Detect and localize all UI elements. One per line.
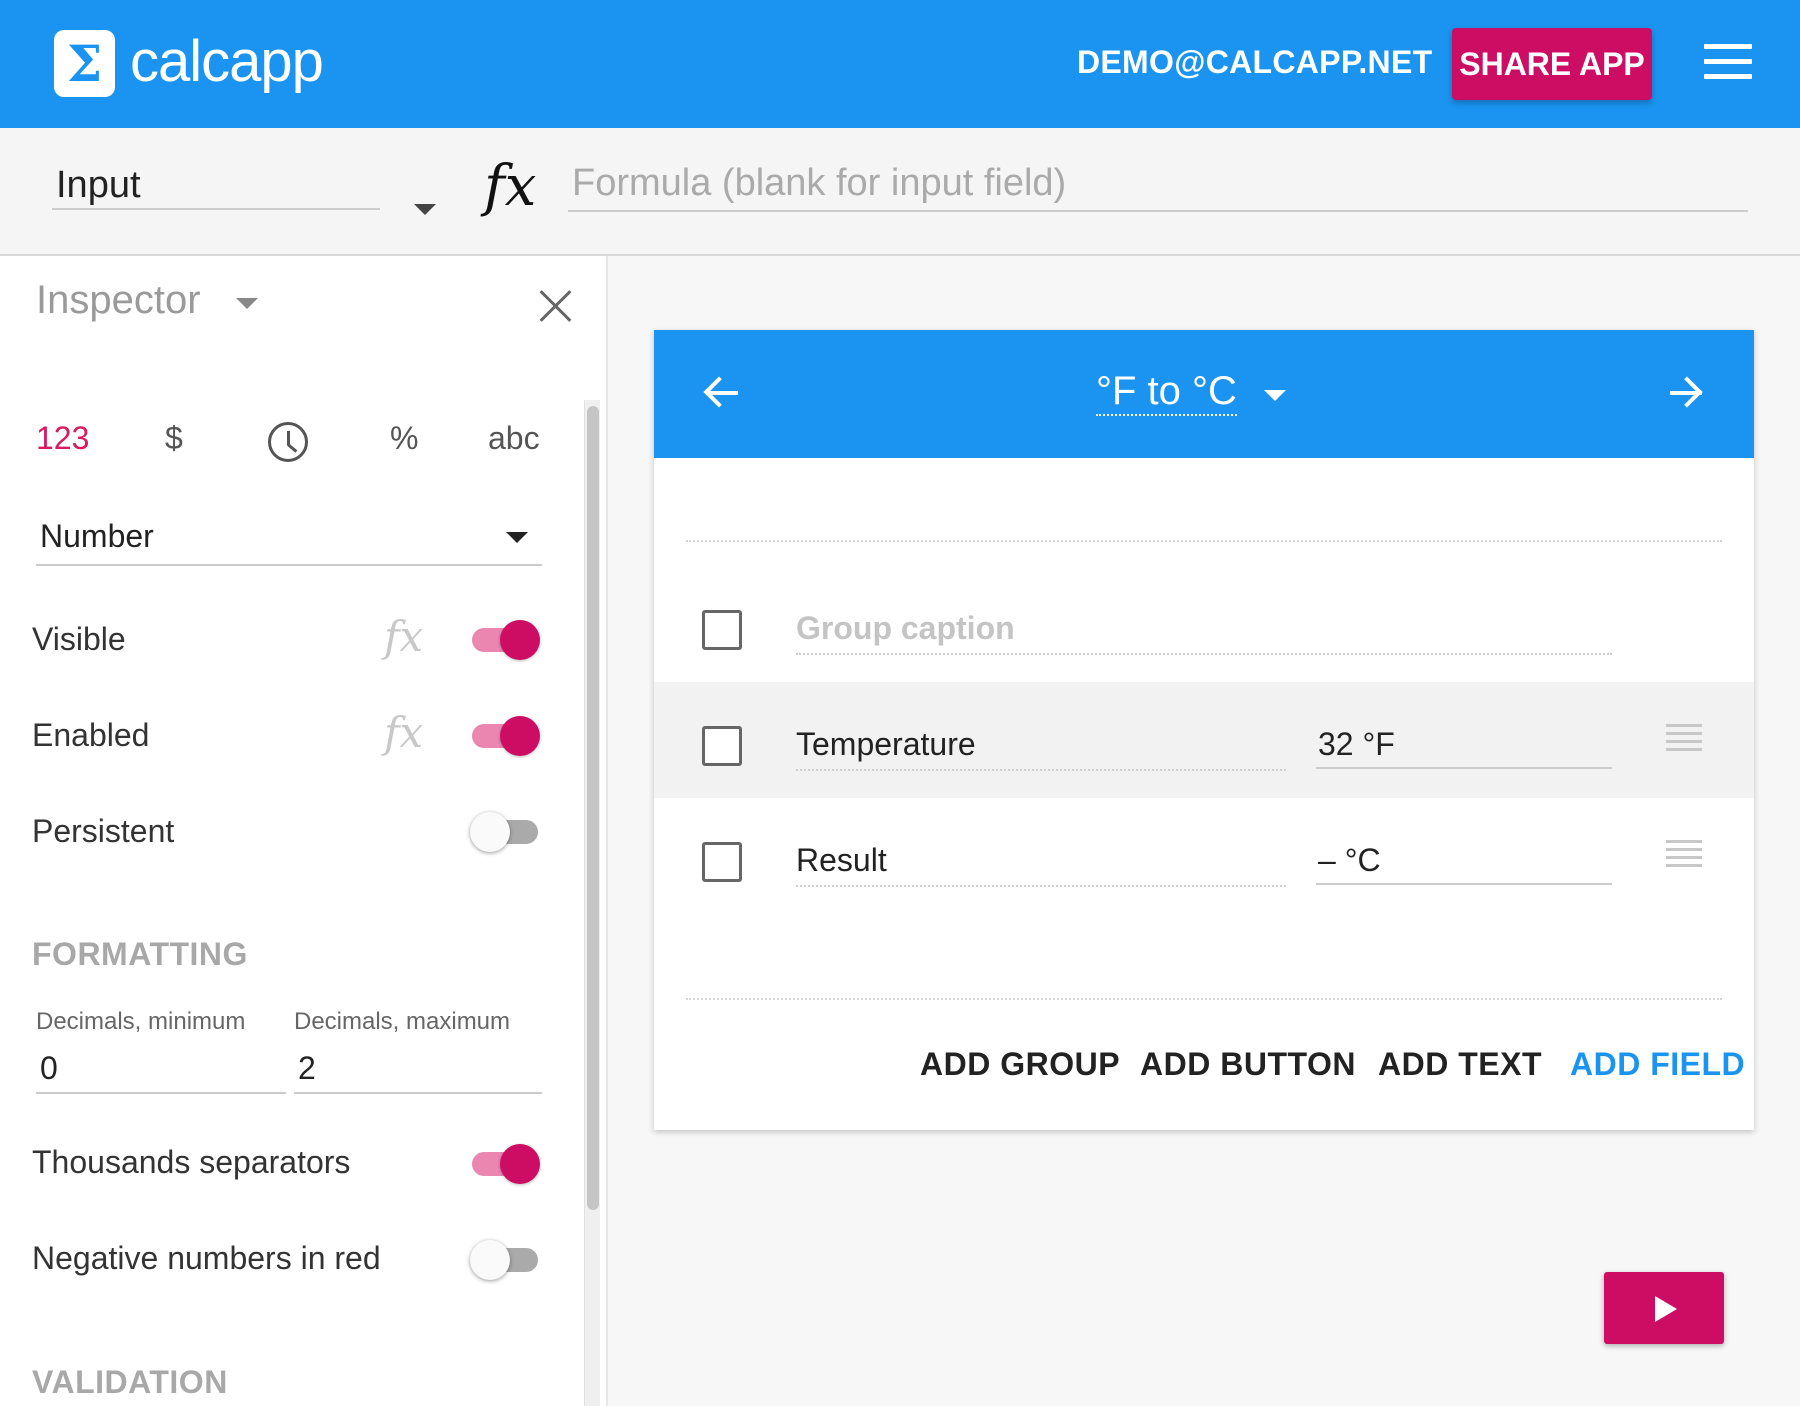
enabled-toggle[interactable] [470, 710, 542, 758]
field-type-value: Input [56, 164, 141, 206]
temperature-value[interactable]: 32 °F [1316, 726, 1612, 769]
inspector-panel: Inspector 123 $ % abc Number Visible fx … [0, 256, 608, 1406]
number-type-value: Number [40, 518, 154, 554]
group-divider [686, 540, 1722, 542]
enabled-label: Enabled [32, 717, 150, 753]
share-app-button[interactable]: SHARE APP [1452, 28, 1652, 100]
play-icon [1655, 1296, 1677, 1322]
user-email-link[interactable]: DEMO@CALCAPP.NET [1077, 44, 1432, 81]
formatting-heading: FORMATTING [32, 936, 248, 972]
app-name[interactable]: calcapp [130, 28, 324, 95]
decimals-min-input[interactable]: 0 [36, 1044, 286, 1094]
arrow-left-icon[interactable] [703, 376, 738, 410]
formula-bar: Input fx [0, 128, 1800, 256]
visible-toggle[interactable] [470, 614, 542, 662]
inspector-scrollbar[interactable] [584, 400, 600, 1406]
decimals-max-input[interactable]: 2 [294, 1044, 542, 1094]
thousands-separators-label: Thousands separators [32, 1144, 351, 1180]
decimals-min-label: Decimals, minimum [36, 1008, 246, 1035]
page-title[interactable]: °F to °C [1096, 368, 1237, 416]
sigma-icon: Σ [66, 34, 103, 93]
format-tab-percent[interactable]: % [390, 420, 418, 457]
group-bottom-divider [686, 998, 1722, 1000]
hamburger-menu-icon[interactable] [1704, 44, 1752, 80]
add-field-button[interactable]: ADD FIELD [1570, 1046, 1745, 1083]
validation-heading: VALIDATION [32, 1364, 228, 1400]
page-dropdown-icon[interactable] [1264, 390, 1286, 401]
thousands-separators-toggle[interactable] [470, 1138, 542, 1186]
inspector-dropdown-icon[interactable] [236, 298, 258, 309]
visible-label: Visible [32, 621, 126, 657]
number-type-select[interactable]: Number [36, 510, 542, 566]
add-group-button[interactable]: ADD GROUP [920, 1046, 1120, 1083]
result-checkbox[interactable] [702, 842, 742, 882]
fx-icon: fx [484, 154, 537, 219]
format-tab-text[interactable]: abc [488, 420, 540, 457]
field-row-temperature[interactable]: Temperature 32 °F [654, 682, 1754, 798]
result-value[interactable]: – °C [1316, 842, 1612, 885]
visible-fx-icon[interactable]: fx [384, 612, 423, 661]
decimals-max-label: Decimals, maximum [294, 1008, 511, 1035]
format-tab-clock-icon[interactable] [268, 422, 308, 462]
negative-red-toggle[interactable] [470, 1234, 542, 1282]
close-icon[interactable] [538, 288, 574, 324]
group-caption-input[interactable]: Group caption [796, 610, 1612, 655]
run-app-button[interactable] [1604, 1272, 1724, 1344]
field-type-select[interactable]: Input [52, 156, 436, 215]
calcapp-logo-icon[interactable]: Σ [54, 30, 115, 97]
negative-red-label: Negative numbers in red [32, 1240, 381, 1276]
inspector-title[interactable]: Inspector [36, 278, 201, 323]
result-label[interactable]: Result [796, 842, 1286, 887]
scrollbar-thumb[interactable] [587, 406, 599, 1210]
persistent-label: Persistent [32, 813, 175, 849]
app-page-header: °F to °C [654, 330, 1754, 458]
temperature-checkbox[interactable] [702, 726, 742, 766]
format-tab-currency[interactable]: $ [165, 420, 183, 457]
field-row-result[interactable]: Result – °C [654, 798, 1754, 914]
chevron-down-icon [414, 204, 436, 215]
formula-input[interactable] [568, 156, 1748, 212]
chevron-down-icon [506, 532, 528, 543]
add-text-button[interactable]: ADD TEXT [1378, 1046, 1542, 1083]
format-tab-number[interactable]: 123 [36, 420, 89, 457]
top-app-bar: Σ calcapp DEMO@CALCAPP.NET SHARE APP [0, 0, 1800, 128]
app-preview-card: °F to °C Group caption Temperature 32 °F… [654, 330, 1754, 1130]
add-button-button[interactable]: ADD BUTTON [1140, 1046, 1356, 1083]
temperature-label[interactable]: Temperature [796, 726, 1286, 771]
arrow-right-icon[interactable] [1668, 376, 1703, 410]
group-checkbox[interactable] [702, 610, 742, 650]
persistent-toggle[interactable] [470, 806, 542, 854]
drag-handle-icon[interactable] [1666, 724, 1702, 752]
enabled-fx-icon[interactable]: fx [384, 708, 423, 757]
drag-handle-icon[interactable] [1666, 840, 1702, 868]
